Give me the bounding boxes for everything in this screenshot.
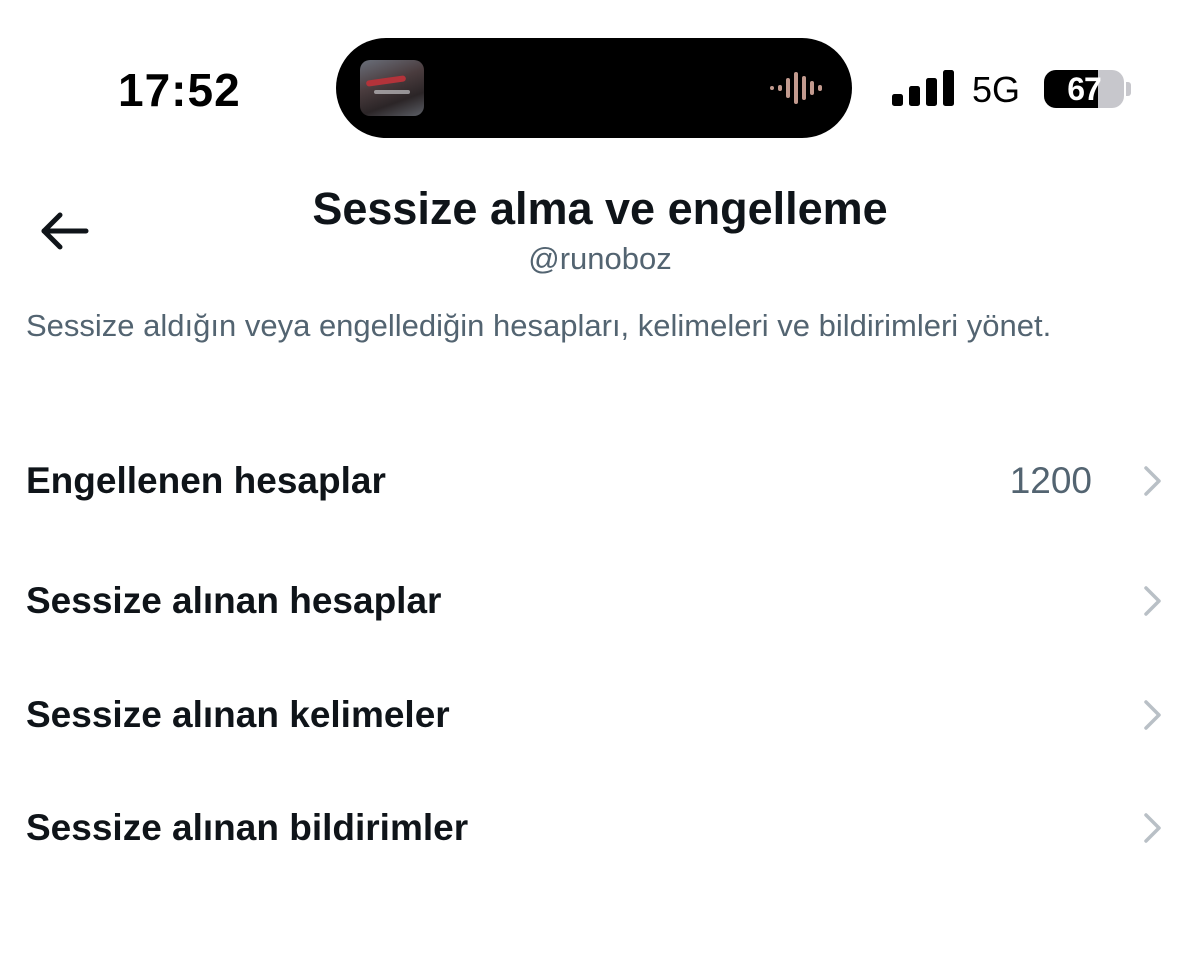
- menu-item-muted-words[interactable]: Sessize alınan kelimeler: [0, 667, 1200, 763]
- cellular-signal-icon: [892, 70, 954, 106]
- menu-item-label: Engellenen hesaplar: [26, 460, 386, 501]
- account-handle: @runoboz: [528, 241, 672, 276]
- menu-item-label: Sessize alınan hesaplar: [26, 580, 442, 621]
- menu-item-blocked-accounts[interactable]: Engellenen hesaplar 1200: [0, 433, 1200, 529]
- battery-level: 67: [1067, 71, 1102, 107]
- chevron-right-icon: [1144, 466, 1161, 496]
- network-type: 5G: [972, 69, 1021, 110]
- status-time: 17:52: [118, 64, 241, 116]
- page-title: Sessize alma ve engelleme: [312, 183, 888, 234]
- menu-item-label: Sessize alınan bildirimler: [26, 807, 469, 848]
- battery-icon: 67: [1044, 70, 1124, 108]
- menu-item-label: Sessize alınan kelimeler: [26, 694, 450, 735]
- battery-cap: [1126, 82, 1131, 96]
- album-artwork: [360, 60, 424, 116]
- blocked-accounts-count: 1200: [1009, 460, 1092, 501]
- chevron-right-icon: [1144, 700, 1161, 730]
- chevron-right-icon: [1144, 813, 1161, 843]
- chevron-right-icon: [1144, 586, 1161, 616]
- dynamic-island[interactable]: [336, 38, 852, 138]
- menu-item-muted-accounts[interactable]: Sessize alınan hesaplar: [0, 553, 1200, 649]
- menu-item-muted-notifications[interactable]: Sessize alınan bildirimler: [0, 780, 1200, 876]
- waveform-icon: [770, 72, 822, 104]
- page-description: Sessize aldığın veya engellediğin hesapl…: [26, 308, 1052, 343]
